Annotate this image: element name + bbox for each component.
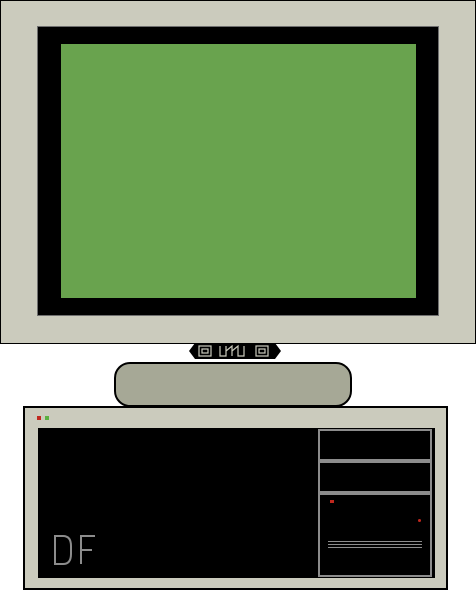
monitor-screen[interactable]: [61, 44, 416, 298]
bay-indicator-light: [418, 519, 421, 522]
vent-line: [328, 541, 422, 542]
monitor-stand-neck: [189, 343, 281, 359]
df-logo: DF: [52, 532, 95, 565]
monitor-bezel: [37, 26, 439, 316]
power-led: [37, 416, 41, 420]
vent-line: [328, 544, 422, 545]
computer-case: DF: [23, 406, 448, 590]
bay-indicator-light: [330, 500, 334, 503]
activity-led: [45, 416, 49, 420]
drive-bay-1[interactable]: [318, 429, 432, 461]
case-front-panel: DF: [38, 428, 435, 578]
drive-bay-3[interactable]: [318, 493, 432, 577]
svg-text:DF: DF: [52, 532, 54, 533]
monitor: [0, 0, 476, 344]
drive-bay-2[interactable]: [318, 461, 432, 493]
monitor-stand-base: [114, 362, 352, 407]
vent-line: [328, 547, 422, 548]
